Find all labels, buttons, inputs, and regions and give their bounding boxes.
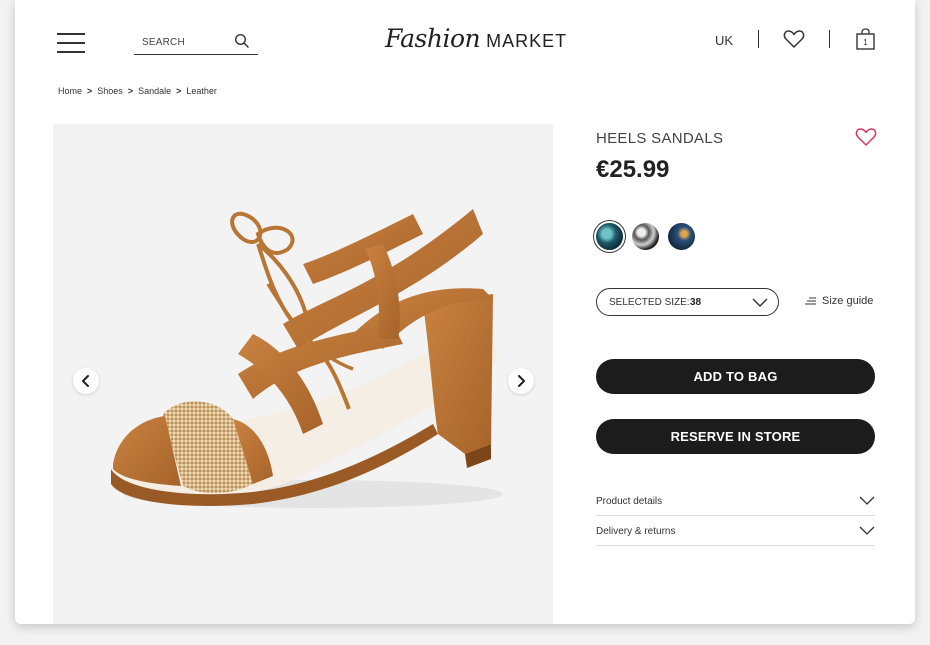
product-page: Fashion MARKET UK 1 Home > Shoes > Sanda…	[15, 0, 915, 624]
swatch-teal[interactable]	[596, 223, 623, 250]
breadcrumb-shoes[interactable]: Shoes	[97, 86, 123, 96]
next-image-button[interactable]	[508, 368, 534, 394]
breadcrumb-sandale[interactable]: Sandale	[138, 86, 171, 96]
search-icon[interactable]	[234, 33, 250, 49]
chevron-down-icon	[752, 298, 768, 307]
reserve-in-store-button[interactable]: RESERVE IN STORE	[596, 419, 875, 454]
brand-logo[interactable]: Fashion MARKET	[385, 24, 567, 54]
wishlist-heart-icon[interactable]	[855, 127, 877, 147]
breadcrumb-leather[interactable]: Leather	[186, 86, 217, 96]
logo-script: Fashion	[385, 24, 481, 53]
search-input[interactable]	[142, 34, 232, 50]
size-value: 38	[690, 297, 702, 308]
search-box[interactable]	[134, 30, 258, 55]
add-to-bag-button[interactable]: ADD TO BAG	[596, 359, 875, 394]
delivery-returns-accordion[interactable]: Delivery & returns	[596, 516, 875, 546]
breadcrumb: Home > Shoes > Sandale > Leather	[58, 86, 217, 96]
swatch-black-white[interactable]	[632, 223, 659, 250]
chevron-left-icon	[82, 375, 89, 387]
bag-icon[interactable]: 1	[855, 28, 876, 50]
divider	[829, 30, 830, 48]
size-guide-link[interactable]: Size guide	[805, 295, 873, 307]
region-selector[interactable]: UK	[715, 33, 733, 48]
breadcrumb-separator: >	[127, 86, 134, 96]
divider	[758, 30, 759, 48]
heart-icon[interactable]	[783, 29, 805, 49]
product-image	[111, 209, 503, 508]
breadcrumb-home[interactable]: Home	[58, 86, 82, 96]
swatch-navy[interactable]	[668, 223, 695, 250]
prev-image-button[interactable]	[73, 368, 99, 394]
product-price: €25.99	[596, 156, 670, 183]
product-title: HEELS SANDALS	[596, 130, 724, 147]
product-gallery	[53, 124, 553, 624]
breadcrumb-separator: >	[87, 86, 93, 96]
size-label: SELECTED SIZE:	[609, 297, 690, 308]
logo-word: MARKET	[486, 31, 568, 51]
breadcrumb-separator: >	[176, 86, 182, 96]
chevron-down-icon	[859, 526, 875, 535]
ruler-icon	[805, 297, 816, 305]
menu-icon[interactable]	[57, 33, 85, 53]
accordion-label: Product details	[596, 496, 663, 507]
size-guide-label: Size guide	[822, 295, 874, 307]
bag-count: 1	[863, 38, 868, 47]
accordion-label: Delivery & returns	[596, 526, 676, 537]
chevron-right-icon	[518, 375, 525, 387]
chevron-down-icon	[859, 496, 875, 505]
size-dropdown[interactable]: SELECTED SIZE: 38	[596, 288, 779, 316]
product-details-accordion[interactable]: Product details	[596, 486, 875, 516]
color-swatches	[596, 222, 695, 250]
